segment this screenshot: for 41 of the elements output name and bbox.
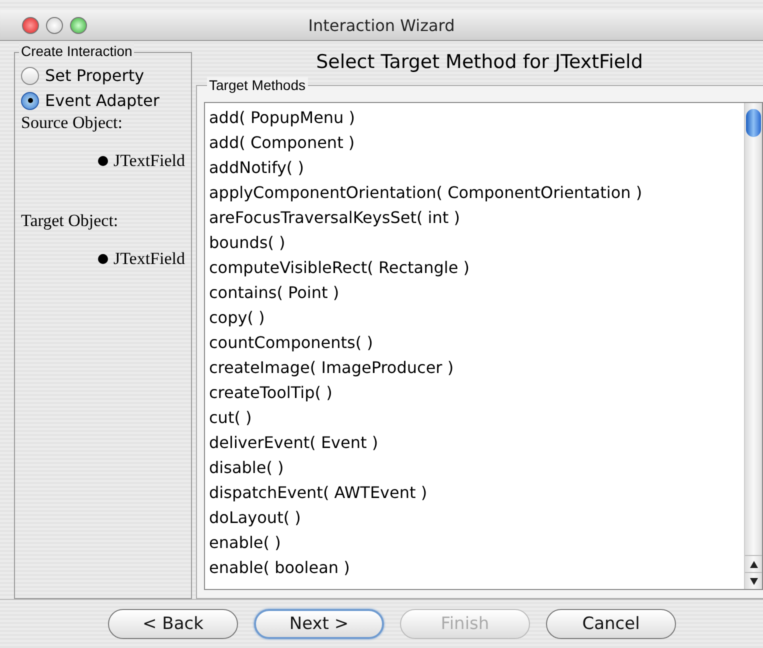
list-item[interactable]: createToolTip( ) [209,380,740,405]
scroll-thumb[interactable] [746,109,761,137]
list-item[interactable]: applyComponentOrientation( ComponentOrientation ) [209,180,740,205]
list-item[interactable]: cut( ) [209,405,740,430]
list-item[interactable]: enable( ) [209,530,740,555]
list-item[interactable]: bounds( ) [209,230,740,255]
bullet-icon [98,156,108,166]
wizard-button[interactable]: < Back [108,609,238,639]
list-item[interactable]: addNotify( ) [209,155,740,180]
list-item[interactable]: doLayout( ) [209,505,740,530]
list-item[interactable]: countComponents( ) [209,330,740,355]
window-title: Interaction Wizard [308,16,455,34]
target-value: JTextField [113,249,185,269]
group-title: Target Methods [207,77,308,93]
panel-title: Create Interaction [19,43,134,59]
list-item[interactable]: add( PopupMenu ) [209,105,740,130]
zoom-icon[interactable] [70,16,87,34]
radio-option[interactable]: Set Property [21,64,185,87]
scroll-up-icon[interactable] [750,560,758,568]
list-item[interactable]: enable( boolean ) [209,555,740,580]
wizard-button[interactable]: Cancel [546,609,676,639]
list-item[interactable]: copy( ) [209,305,740,330]
list-item[interactable]: disable( ) [209,455,740,480]
source-label: Source Object: [21,113,124,133]
close-icon[interactable] [22,16,39,34]
list-item[interactable]: contains( Point ) [209,280,740,305]
target-label: Target Object: [21,211,120,231]
source-value: JTextField [113,151,185,171]
list-item[interactable]: computeVisibleRect( Rectangle ) [209,255,740,280]
minimize-icon[interactable] [46,16,63,34]
page-heading: Select Target Method for JTextField [316,51,643,73]
list-item[interactable]: deliverEvent( Event ) [209,430,740,455]
radio-option[interactable]: Event Adapter [21,89,185,112]
list-item[interactable]: dispatchEvent( AWTEvent ) [209,480,740,505]
list-item[interactable]: createImage( ImageProducer ) [209,355,740,380]
scroll-down-icon[interactable] [750,578,758,584]
bullet-icon [98,254,108,264]
list-item[interactable]: areFocusTraversalKeysSet( int ) [209,205,740,230]
list-item[interactable]: add( Component ) [209,130,740,155]
scroll-bar[interactable] [744,103,762,589]
wizard-button[interactable]: Next > [254,609,384,639]
